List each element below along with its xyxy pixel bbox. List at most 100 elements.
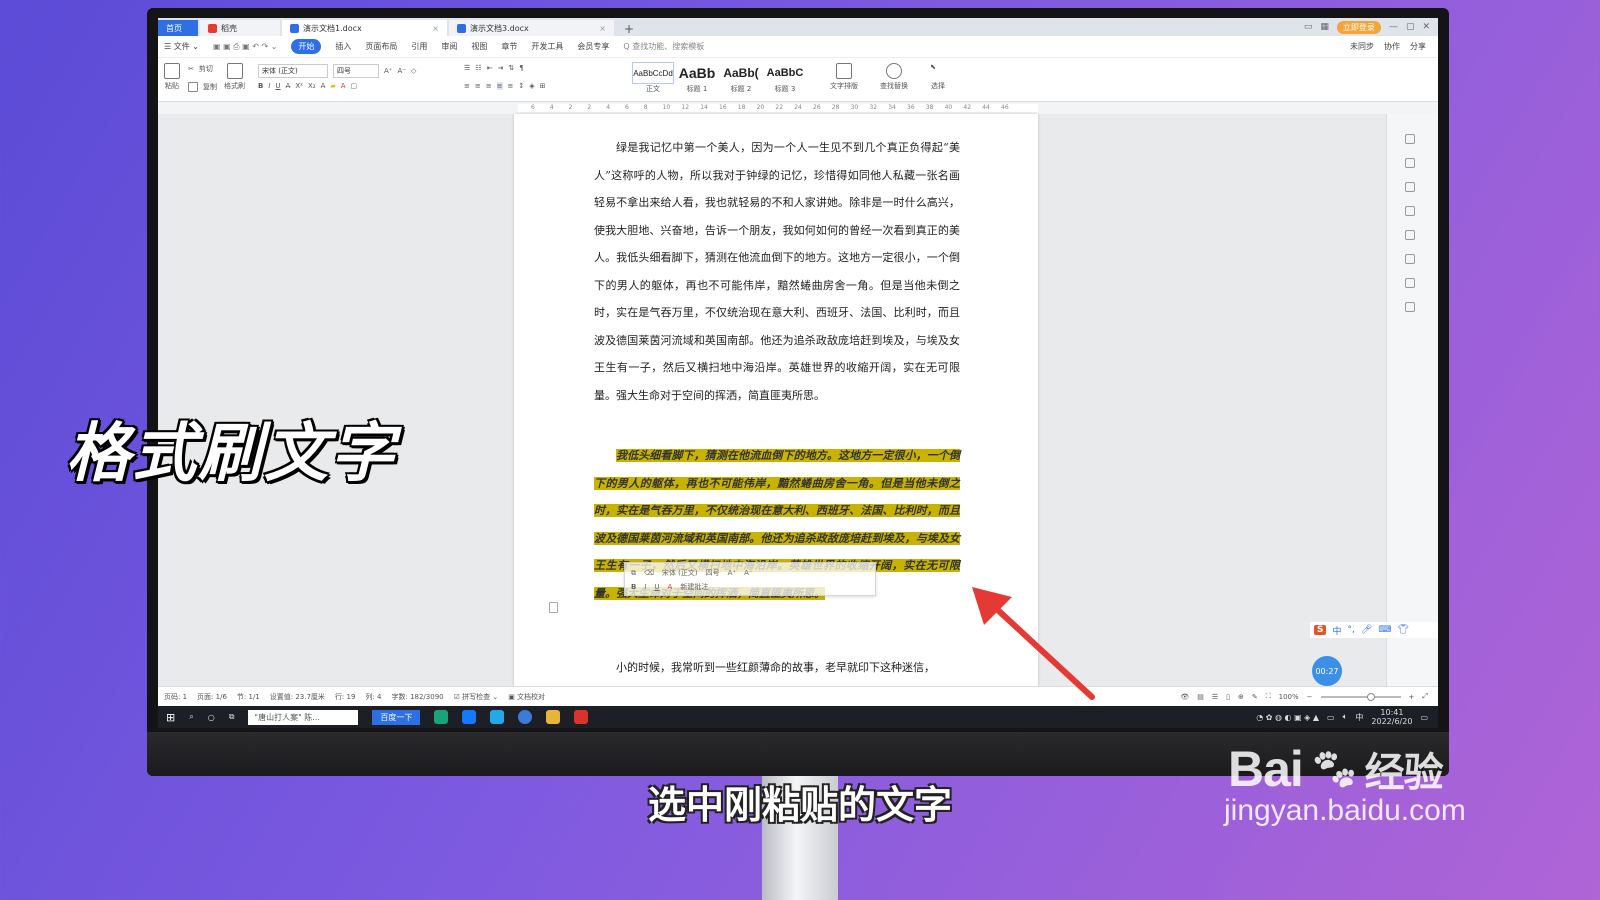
share-button[interactable]: 分享 [1410,41,1426,52]
menu-item-member[interactable]: 会员专享 [577,41,609,52]
italic-icon[interactable]: I [268,82,270,90]
minibar-italic[interactable]: I [644,583,646,591]
highlight-icon[interactable]: ▰ [330,82,335,90]
cursor-icon[interactable] [1405,182,1415,192]
ime-mode[interactable]: 中 [1332,624,1341,637]
settings-icon[interactable] [1405,206,1415,216]
clock[interactable]: 10:41 2022/6/20 [1371,708,1412,726]
select-button[interactable]: ⬉ 选择 [930,63,946,91]
paragraph-3[interactable]: 小的时候，我常听到一些红颜薄命的故事，老早就印下这种迷信， [594,654,960,682]
backup-icon[interactable] [1405,302,1415,312]
ruler[interactable]: 6 4 2 2 4 6 8 10 12 14 16 18 20 22 24 26 28 30 32 34 36 38 40 4… [158,102,1438,114]
edit-view-icon[interactable]: ✎ [1252,693,1258,701]
fit-page-icon[interactable]: ⛶ [1266,692,1271,701]
cut-button[interactable]: ✂ 剪切 [188,64,213,74]
eye-protection-icon[interactable]: 👁︎ [1180,693,1189,701]
bullet-list-icon[interactable]: ☰ [464,64,470,72]
outdent-icon[interactable]: ⇤ [487,64,493,72]
zoom-slider-knob[interactable] [1366,692,1375,701]
shrink-font-icon[interactable]: A⁻ [744,569,752,577]
copy-icon[interactable]: ⧉ [631,569,636,578]
style-heading-2[interactable]: AaBb(标题 2 [720,62,762,98]
style-heading-3[interactable]: AaBbC 标题 3 [764,62,806,98]
taskbar-search-box[interactable]: "唐山打人案" 陈... [248,709,359,725]
browser-app-icon[interactable] [434,710,449,724]
windows-start-icon[interactable]: ⊞ [166,711,175,724]
keyboard-icon[interactable]: ⌨ [1378,625,1391,635]
menu-item-references[interactable]: 引用 [411,41,427,52]
tab-home[interactable]: 首页 [158,20,198,36]
spell-check-toggle[interactable]: ☑ 拼写检查 ⌄ [454,692,499,702]
strikethrough-icon[interactable]: A̶ [286,82,291,90]
layout-icon[interactable]: ▭ [1304,22,1313,32]
menu-item-home[interactable]: 开始 [291,39,322,54]
bold-icon[interactable]: B [258,82,263,90]
minibar-font-color[interactable]: A [668,583,673,591]
zoom-level[interactable]: 100% [1279,693,1299,701]
minibar-font[interactable]: 宋体 (正文) [662,568,698,578]
number-list-icon[interactable]: ☷ [475,64,481,72]
minibar-size[interactable]: 四号 [706,568,720,578]
indent-icon[interactable]: ⇥ [497,64,503,72]
volume-icon[interactable]: 🔈︎ [1343,712,1348,722]
align-right-icon[interactable]: ≡ [486,82,492,90]
char-border-icon[interactable]: ▢ [351,82,358,90]
text-effect-icon[interactable]: A [321,82,326,90]
input-method-bar[interactable]: S 中 °, 🎤︎ ⌨ 👕︎ [1310,622,1438,638]
web-view-icon[interactable]: ⊕ [1238,693,1244,701]
file-explorer-icon[interactable] [546,710,561,724]
document-page[interactable]: 绿是我记忆中第一个美人，因为一个人一生见不到几个真正负得起“美人”这称呼的人物，… [514,114,1038,686]
minibar-bold[interactable]: B [631,583,636,591]
menu-item-layout[interactable]: 页面布局 [365,41,397,52]
punctuation-icon[interactable]: °, [1348,625,1355,635]
close-icon[interactable]: × [432,24,439,33]
collaborate-button[interactable]: 协作 [1384,41,1400,52]
paragraph-1[interactable]: 绿是我记忆中第一个美人，因为一个人一生见不到几个真正负得起“美人”这称呼的人物，… [594,134,960,409]
justify-icon[interactable]: ≡ [496,82,503,90]
skin-icon[interactable]: 👕︎ [1397,625,1408,635]
close-window-icon[interactable]: ✕ [1422,22,1430,32]
minibar-new-comment[interactable]: 新建批注 [680,582,708,592]
align-center-icon[interactable]: ≡ [475,82,481,90]
underline-icon[interactable]: U [275,82,280,90]
outline-view-icon[interactable]: ☰ [1212,693,1218,701]
network-icon[interactable]: ▭ [1327,713,1335,722]
browser-2-app-icon[interactable] [490,710,505,724]
zoom-in-button[interactable]: + [1409,693,1415,701]
proofread-button[interactable]: ▣ 文档校对 [508,692,545,702]
find-replace-button[interactable]: 查找替换 [880,63,908,91]
style-heading-1[interactable]: AaBb 标题 1 [676,62,718,98]
status-word-count[interactable]: 字数: 182/3090 [391,692,443,702]
fullscreen-icon[interactable]: ⤢ [1422,692,1428,701]
microphone-icon[interactable]: 🎤︎ [1361,625,1372,635]
wps-app-icon[interactable] [574,710,589,724]
cortana-icon[interactable]: ○ [208,713,215,722]
show-marks-icon[interactable]: ¶ [519,64,523,72]
line-spacing-icon[interactable]: ↕ [518,82,524,90]
paste-options-icon[interactable] [549,602,558,613]
chrome-app-icon[interactable] [518,710,533,724]
format-painter-button[interactable]: 格式刷 [224,63,245,91]
login-badge[interactable]: 立即登录 [1336,20,1381,34]
menu-item-insert[interactable]: 插入 [335,41,351,52]
font-size-select[interactable]: 四号 [333,64,379,78]
taskbar-ime[interactable]: 中 [1355,712,1363,723]
subscript-icon[interactable]: X₂ [308,82,316,90]
menu-file[interactable]: ☰ 文件 ⌄ [164,41,199,52]
sync-button[interactable]: 未同步 [1350,41,1374,52]
menu-item-view[interactable]: 视图 [471,41,487,52]
menu-item-developer[interactable]: 开发工具 [531,41,563,52]
font-color-icon[interactable]: A [341,82,346,90]
menu-item-review[interactable]: 审阅 [441,41,457,52]
notification-icon[interactable]: ▭ [1420,713,1428,722]
image-icon[interactable] [1405,254,1415,264]
task-view-icon[interactable]: ⧉ [229,712,235,722]
recording-timer[interactable]: 00:27 [1312,656,1342,686]
clear-format-icon[interactable]: ◇ [411,67,416,75]
tray-icons[interactable]: ◔ ✿ ◍ ◐ ▣ ◈ ▲ [1256,713,1319,722]
baidu-search-button[interactable]: 百度一下 [372,709,421,725]
close-icon[interactable]: × [599,24,606,33]
distribute-icon[interactable]: ≡ [508,82,514,90]
menu-item-chapter[interactable]: 章节 [501,41,517,52]
copy-button[interactable]: 复制 [188,82,217,92]
